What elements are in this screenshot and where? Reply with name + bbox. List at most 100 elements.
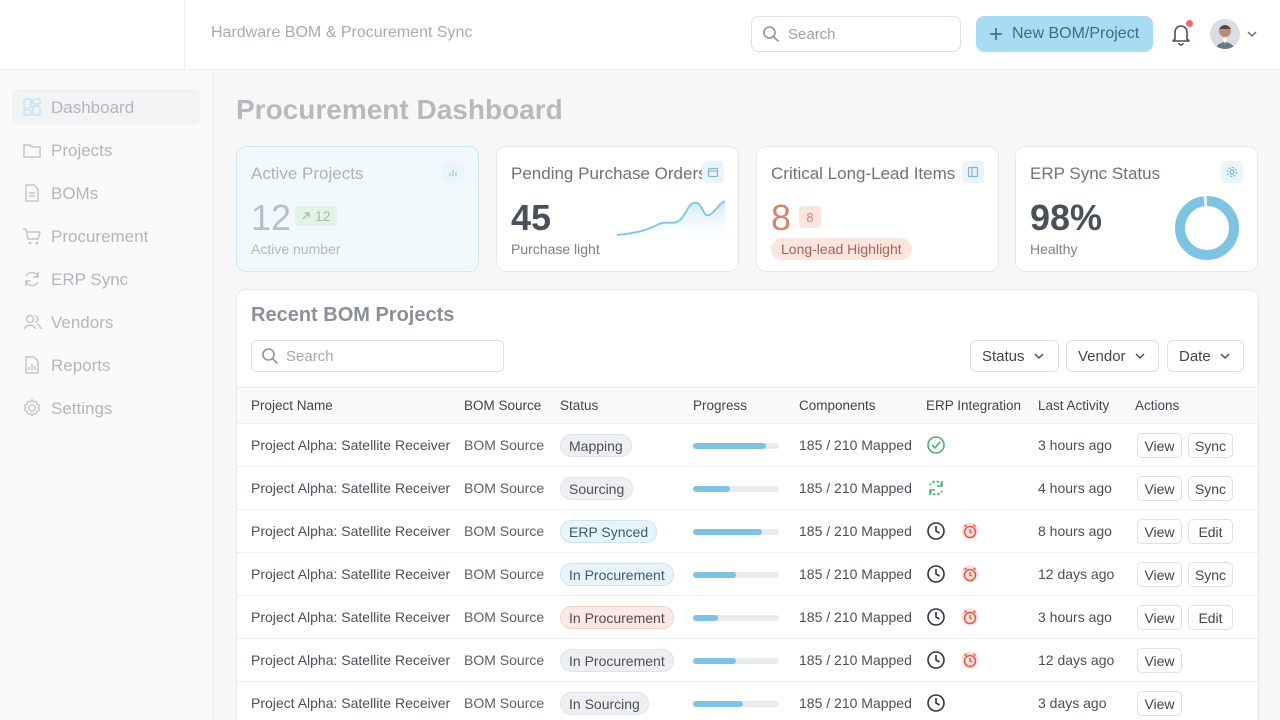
table-row[interactable]: Project Alpha: Satellite Receiver BOM Sou… [237,596,1258,639]
view-button[interactable]: View [1137,433,1182,458]
edit-button[interactable]: Edit [1188,605,1233,630]
bom-source-cell: BOM Source [464,566,545,582]
column-header-project[interactable]: Project Name [251,398,333,413]
date-filter-dropdown[interactable]: Date [1167,340,1244,372]
pending-purchase-orders-card[interactable]: Pending Purchase Orders 45 Purchase ligh… [496,146,739,272]
edit-button[interactable]: Edit [1188,519,1233,544]
sidebar-item-label: BOMs [51,184,99,203]
sidebar-item-boms[interactable]: BOMs [12,175,200,211]
view-button[interactable]: View [1137,648,1182,673]
chevron-down-icon [1034,353,1044,360]
progress-bar [693,615,779,621]
sync-button[interactable]: Sync [1188,476,1233,501]
view-button[interactable]: View [1137,519,1182,544]
view-button[interactable]: View [1137,691,1182,716]
view-button[interactable]: View [1137,562,1182,587]
projects-search-input[interactable]: Search [251,340,504,372]
avatar[interactable] [1210,19,1240,49]
sync-button[interactable]: Sync [1188,433,1233,458]
column-header-progress[interactable]: Progress [693,398,747,413]
critical-long-lead-card[interactable]: Critical Long-Lead Items 8 8 Long-lead H… [756,146,999,272]
status-badge: In Procurement [560,649,674,672]
search-placeholder: Search [788,26,836,43]
table-row[interactable]: Project Alpha: Satellite Receiver BOM Sou… [237,424,1258,467]
search-icon [262,348,278,364]
components-cell: 185 / 210 Mapped [799,437,912,453]
active-projects-card[interactable]: Active Projects 12 12 Active number [236,146,479,272]
bom-source-cell: BOM Source [464,523,545,539]
column-header-erp-integration[interactable]: ERP Integration [926,398,1021,413]
column-header-status[interactable]: Status [560,398,598,413]
column-header-bom-source[interactable]: BOM Source [464,398,541,413]
logo-area [0,0,185,70]
gear-icon [1221,161,1243,183]
table-row[interactable]: Project Alpha: Satellite Receiver BOM Sou… [237,639,1258,682]
status-badge: Mapping [560,434,632,457]
sidebar-item-dashboard[interactable]: Dashboard [12,89,200,125]
alarm-icon [960,564,980,589]
sync-icon [25,271,39,287]
sidebar-item-projects[interactable]: Projects [12,132,200,168]
table-row[interactable]: Project Alpha: Satellite Receiver BOM Sou… [237,510,1258,553]
clock-icon [926,693,946,718]
sidebar-item-vendors[interactable]: Vendors [12,304,200,340]
pending-orders-value: 45 [511,197,552,238]
gear-icon [23,398,41,417]
erp-sync-value: 98% [1030,197,1103,238]
panel-icon [962,161,984,183]
progress-bar [693,443,779,449]
sidebar-item-settings[interactable]: Settings [12,390,200,426]
card-subtitle: Healthy [1030,241,1078,257]
alarm-icon [960,521,980,546]
calendar-icon [702,161,724,183]
view-button[interactable]: View [1137,605,1182,630]
card-title: Critical Long-Lead Items [771,164,956,183]
bom-source-cell: BOM Source [464,609,545,625]
status-badge: Sourcing [560,477,634,500]
app-title: Hardware BOM & Procurement Sync [211,24,473,41]
panel-title: Recent BOM Projects [251,304,455,326]
sidebar-item-procurement[interactable]: Procurement [12,218,200,254]
card-subtitle: Active number [251,241,341,257]
notification-dot [1186,20,1193,27]
bar-chart-icon [442,161,464,183]
chevron-down-icon [1220,353,1230,360]
progress-bar [693,701,779,707]
sidebar-item-label: Dashboard [51,98,135,117]
document-icon [25,184,39,202]
components-cell: 185 / 210 Mapped [799,609,912,625]
recent-bom-projects-panel: Recent BOM Projects Search Status Vendor… [236,289,1259,720]
clock-icon [926,607,946,632]
vendor-filter-dropdown[interactable]: Vendor [1066,340,1159,372]
chevron-down-icon[interactable] [1246,28,1258,40]
view-button[interactable]: View [1137,476,1182,501]
last-activity-cell: 8 hours ago [1038,523,1112,539]
sync-status-icon [926,478,946,503]
sync-donut-chart [1175,196,1239,260]
table-row[interactable]: Project Alpha: Satellite Receiver BOM Sou… [237,682,1258,720]
sidebar: Dashboard Projects BOMs Procurement ERP … [0,70,213,720]
sidebar-item-erp-sync[interactable]: ERP Sync [12,261,200,297]
sync-button[interactable]: Sync [1188,562,1233,587]
active-projects-value: 12 [251,197,292,238]
components-cell: 185 / 210 Mapped [799,480,912,496]
table-row[interactable]: Project Alpha: Satellite Receiver BOM Sou… [237,553,1258,596]
erp-sync-status-card[interactable]: ERP Sync Status 98% Healthy [1015,146,1258,272]
project-name-cell: Project Alpha: Satellite Receiver [251,523,451,539]
donut-progress-arc [1175,196,1239,260]
table-row[interactable]: Project Alpha: Satellite Receiver BOM Sou… [237,467,1258,510]
sidebar-item-reports[interactable]: Reports [12,347,200,383]
last-activity-cell: 3 days ago [1038,695,1107,711]
search-icon [763,26,779,42]
status-badge: In Procurement [560,606,674,629]
grid-icon [23,98,41,116]
column-header-components[interactable]: Components [799,398,876,413]
column-header-last-activity[interactable]: Last Activity [1038,398,1109,413]
progress-bar [693,658,779,664]
new-bom-project-button[interactable]: New BOM/Project [976,16,1153,52]
report-icon [25,356,39,374]
status-filter-dropdown[interactable]: Status [970,340,1059,372]
project-name-cell: Project Alpha: Satellite Receiver [251,437,451,453]
global-search-input[interactable]: Search [751,16,961,52]
arrow-up-right-icon [302,212,310,220]
